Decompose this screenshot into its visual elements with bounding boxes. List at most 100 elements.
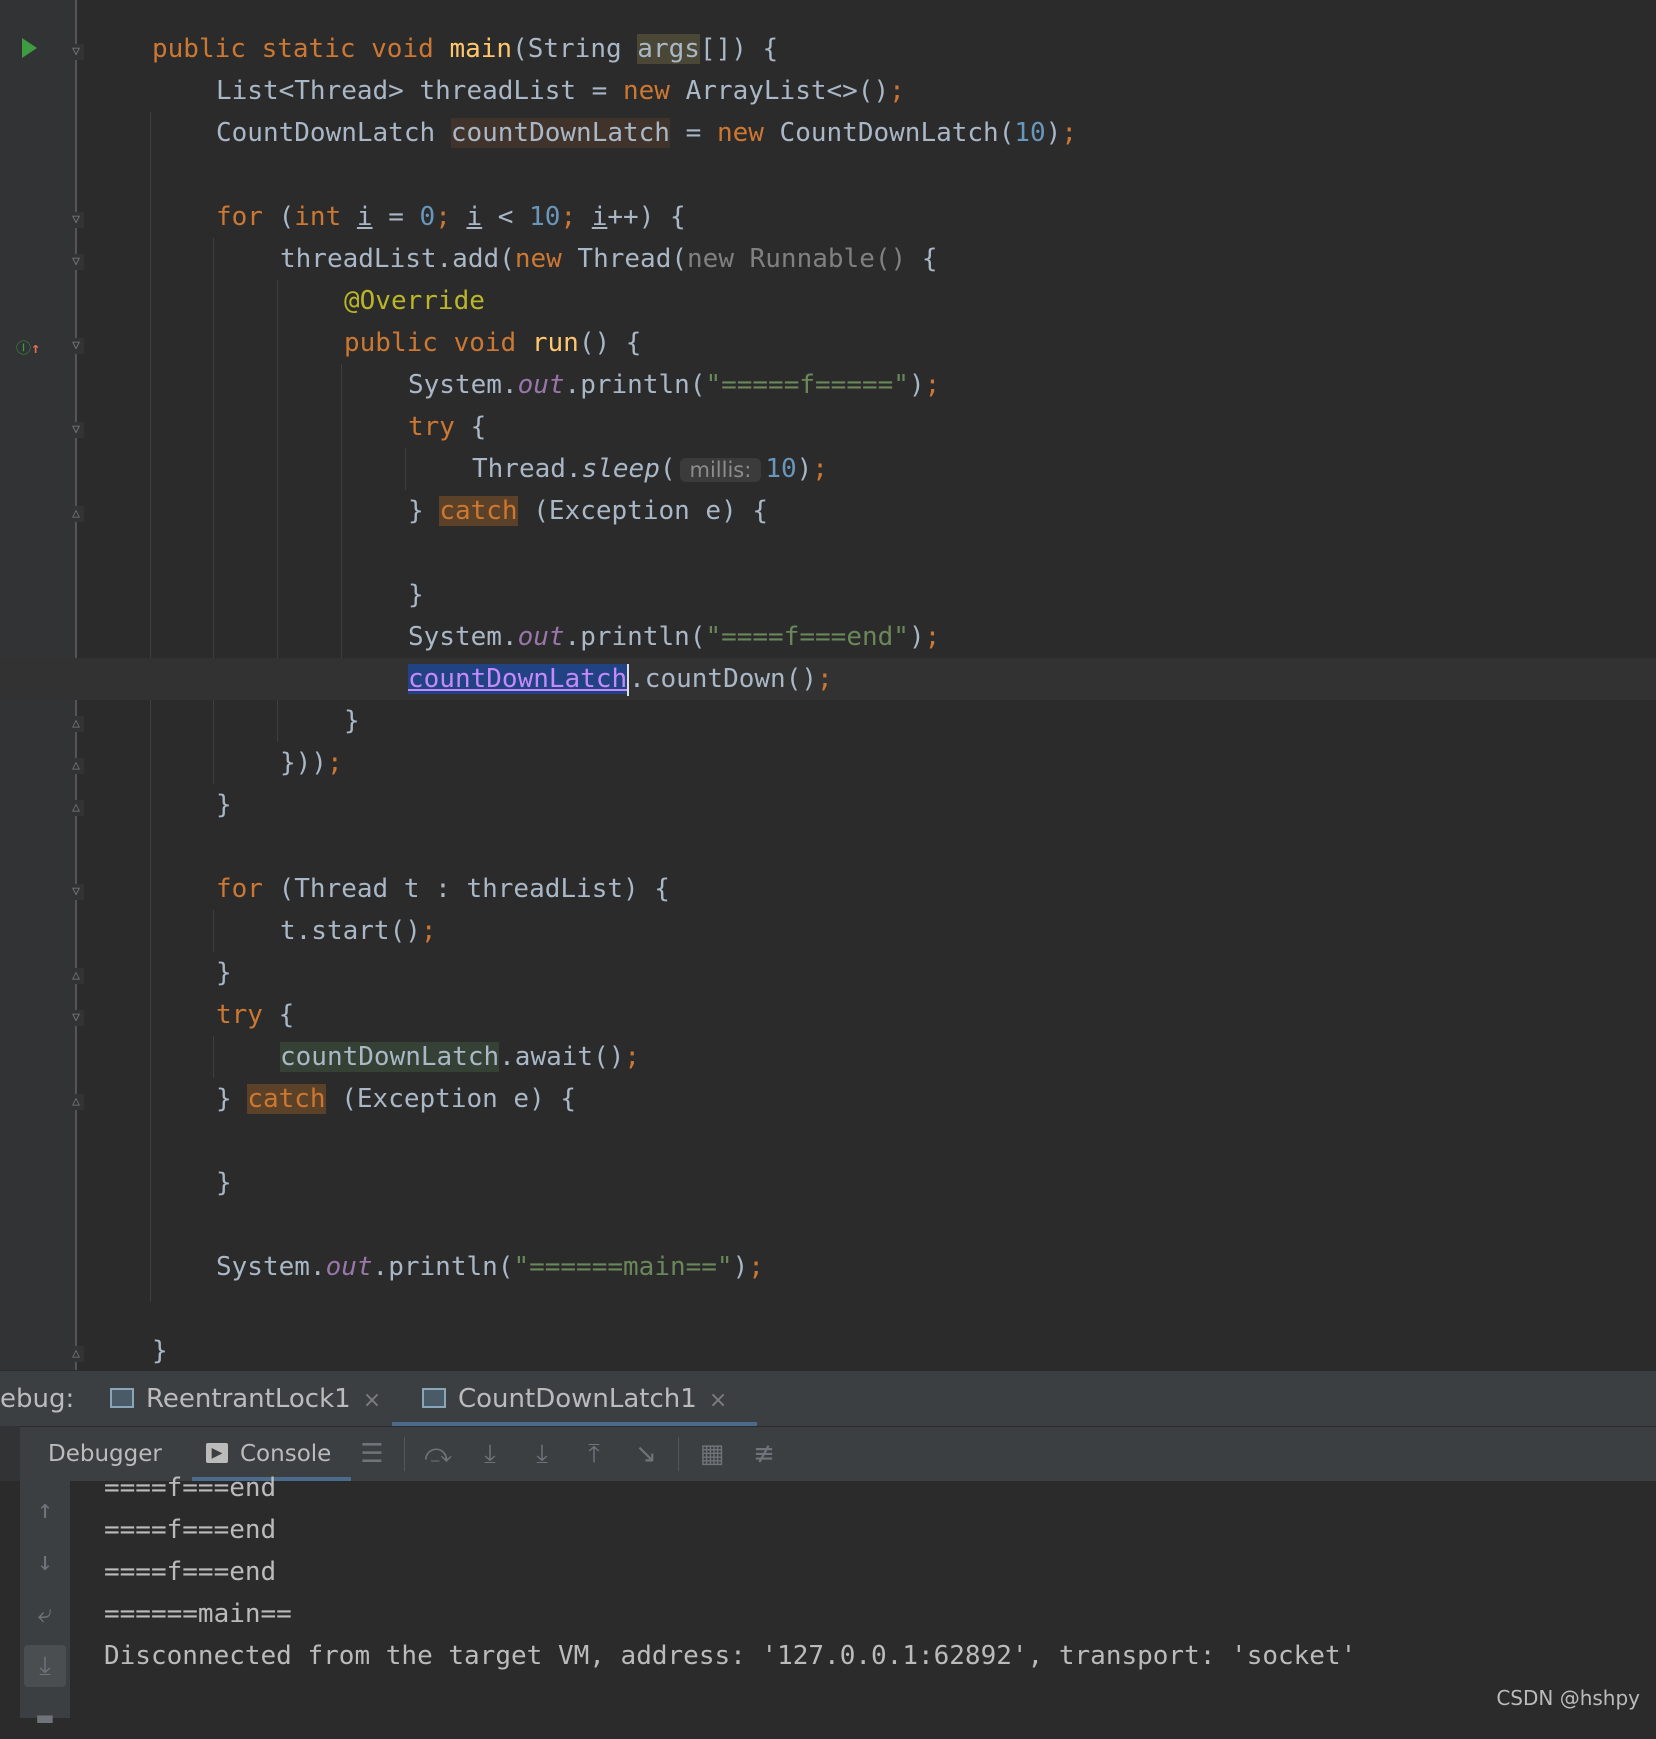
scroll-up-icon[interactable]: ↑ bbox=[24, 1489, 66, 1531]
evaluate-expression-icon[interactable]: ▦ bbox=[692, 1427, 732, 1481]
code-text: List<Thread> threadList = bbox=[216, 76, 623, 106]
code-line[interactable]: public static void main(String args[]) { bbox=[0, 28, 1656, 70]
keyword: try bbox=[408, 412, 455, 442]
code-line[interactable]: Thread.sleep(millis: 10); bbox=[0, 448, 1656, 490]
code-text: })) bbox=[280, 748, 327, 778]
code-text: ( bbox=[659, 454, 676, 484]
code-text: System. bbox=[408, 622, 518, 652]
code-text: } bbox=[216, 958, 232, 988]
code-text: Thread( bbox=[561, 244, 688, 274]
console-panel[interactable]: ↑ ↓ ⤶ ⤓ ▬ ====f===end ====f===end ====f=… bbox=[0, 1473, 1656, 1733]
keyword: new bbox=[716, 118, 764, 148]
identifier-args: args bbox=[637, 34, 700, 64]
code-line[interactable]: } bbox=[0, 1330, 1656, 1370]
code-line[interactable]: List<Thread> threadList = new ArrayList<… bbox=[0, 70, 1656, 112]
force-step-into-icon[interactable]: ⤓ bbox=[522, 1427, 562, 1481]
code-text: CountDownLatch( bbox=[763, 118, 1015, 148]
keyword: void bbox=[371, 34, 434, 64]
keyword-catch: catch bbox=[439, 496, 518, 526]
code-line[interactable]: threadList.add(new Thread(new Runnable()… bbox=[0, 238, 1656, 280]
identifier-countdownlatch: countDownLatch bbox=[450, 118, 670, 148]
code-text: Thread. bbox=[472, 454, 582, 484]
scroll-to-end-icon[interactable]: ⤓ bbox=[24, 1645, 66, 1687]
window-icon bbox=[110, 1387, 134, 1408]
code-text: []) { bbox=[699, 34, 779, 64]
semicolon: ; bbox=[812, 454, 828, 484]
semicolon: ; bbox=[326, 748, 343, 778]
code-text: .println( bbox=[564, 622, 706, 652]
code-line[interactable]: public void run() { bbox=[0, 322, 1656, 364]
code-line[interactable]: })); bbox=[0, 742, 1656, 784]
toolbar-separator bbox=[404, 1437, 405, 1471]
code-text: { bbox=[262, 1000, 295, 1030]
code-line[interactable]: System.out.println("=====f====="); bbox=[0, 364, 1656, 406]
code-line[interactable]: } bbox=[0, 784, 1656, 826]
code-line[interactable]: System.out.println("====f===end"); bbox=[0, 616, 1656, 658]
code-line[interactable]: } bbox=[0, 1162, 1656, 1204]
keyword: for bbox=[216, 202, 263, 232]
identifier-countdownlatch-selected[interactable]: countDownLatch bbox=[408, 664, 628, 694]
code-text: = bbox=[669, 118, 717, 148]
keyword: void bbox=[453, 328, 517, 358]
semicolon: ; bbox=[924, 622, 941, 652]
code-text: System. bbox=[408, 370, 518, 400]
scroll-down-icon[interactable]: ↓ bbox=[24, 1541, 66, 1583]
console-line: Disconnected from the target VM, address… bbox=[104, 1641, 1357, 1671]
trace-current-stream-icon[interactable]: ≢ bbox=[744, 1427, 784, 1481]
identifier-i: i bbox=[591, 202, 608, 232]
close-icon[interactable]: × bbox=[709, 1388, 727, 1413]
code-line[interactable]: } catch (Exception e) { bbox=[0, 490, 1656, 532]
code-text: { bbox=[454, 412, 487, 442]
code-line-current[interactable]: countDownLatch.countDown(); bbox=[0, 658, 1656, 700]
code-line[interactable]: } catch (Exception e) { bbox=[0, 1078, 1656, 1120]
menu-lines-icon[interactable]: ☰ bbox=[352, 1427, 392, 1481]
code-text: } bbox=[152, 1336, 168, 1366]
tab-label: ReentrantLock1 bbox=[146, 1384, 351, 1414]
code-line[interactable]: CountDownLatch countDownLatch = new Coun… bbox=[0, 112, 1656, 154]
code-text: .await() bbox=[499, 1042, 625, 1072]
semicolon: ; bbox=[1061, 118, 1077, 148]
tab-label: CountDownLatch1 bbox=[458, 1384, 697, 1414]
code-editor[interactable]: Ⓘ↑ ▽ ▽ ▽ ▽ ▽ △ △ △ △ ▽ △ ▽ △ △ public st… bbox=[0, 0, 1656, 1370]
semicolon: ; bbox=[924, 370, 941, 400]
code-line[interactable]: @Override bbox=[0, 280, 1656, 322]
keyword: new bbox=[514, 244, 562, 274]
semicolon: ; bbox=[560, 202, 592, 232]
code-text: threadList.add( bbox=[280, 244, 515, 274]
tab-countdownlatch1[interactable]: CountDownLatch1 × bbox=[392, 1371, 758, 1427]
soft-wrap-icon[interactable]: ⤶ bbox=[24, 1593, 66, 1635]
step-over-icon[interactable]: ⤼ bbox=[418, 1427, 458, 1481]
code-text: ++) { bbox=[607, 202, 686, 232]
tab-reentrantlock1[interactable]: ReentrantLock1 × bbox=[110, 1371, 381, 1427]
code-line[interactable]: } bbox=[0, 952, 1656, 994]
console-line: ====f===end bbox=[104, 1557, 277, 1587]
keyword: try bbox=[216, 1000, 263, 1030]
code-line[interactable]: countDownLatch.await(); bbox=[0, 1036, 1656, 1078]
code-text: .println( bbox=[372, 1252, 514, 1282]
code-text: (Thread t : threadList) { bbox=[262, 874, 670, 904]
code-text: } bbox=[216, 790, 232, 820]
code-text: .println( bbox=[564, 370, 706, 400]
code-line[interactable]: t.start(); bbox=[0, 910, 1656, 952]
code-line[interactable]: try { bbox=[0, 994, 1656, 1036]
code-text: } bbox=[408, 496, 440, 526]
code-line[interactable]: } bbox=[0, 574, 1656, 616]
print-icon[interactable]: ▬ bbox=[24, 1697, 66, 1739]
step-into-icon[interactable]: ⤓ bbox=[470, 1427, 510, 1481]
code-line[interactable]: try { bbox=[0, 406, 1656, 448]
step-out-icon[interactable]: ⤒ bbox=[574, 1427, 614, 1481]
identifier-i: i bbox=[356, 202, 373, 232]
static-field: out bbox=[517, 370, 565, 400]
run-to-cursor-icon[interactable]: ↘ bbox=[626, 1427, 666, 1481]
code-text: ( bbox=[262, 202, 295, 232]
debug-label: ebug: bbox=[0, 1384, 75, 1414]
number-literal: 10 bbox=[765, 454, 797, 484]
code-line[interactable]: for (int i = 0; i < 10; i++) { bbox=[0, 196, 1656, 238]
code-line[interactable]: System.out.println("======main=="); bbox=[0, 1246, 1656, 1288]
keyword: static bbox=[261, 34, 356, 64]
close-icon[interactable]: × bbox=[363, 1388, 381, 1413]
code-text: ) bbox=[732, 1252, 749, 1282]
code-line[interactable]: for (Thread t : threadList) { bbox=[0, 868, 1656, 910]
semicolon: ; bbox=[748, 1252, 764, 1282]
code-line[interactable]: } bbox=[0, 700, 1656, 742]
